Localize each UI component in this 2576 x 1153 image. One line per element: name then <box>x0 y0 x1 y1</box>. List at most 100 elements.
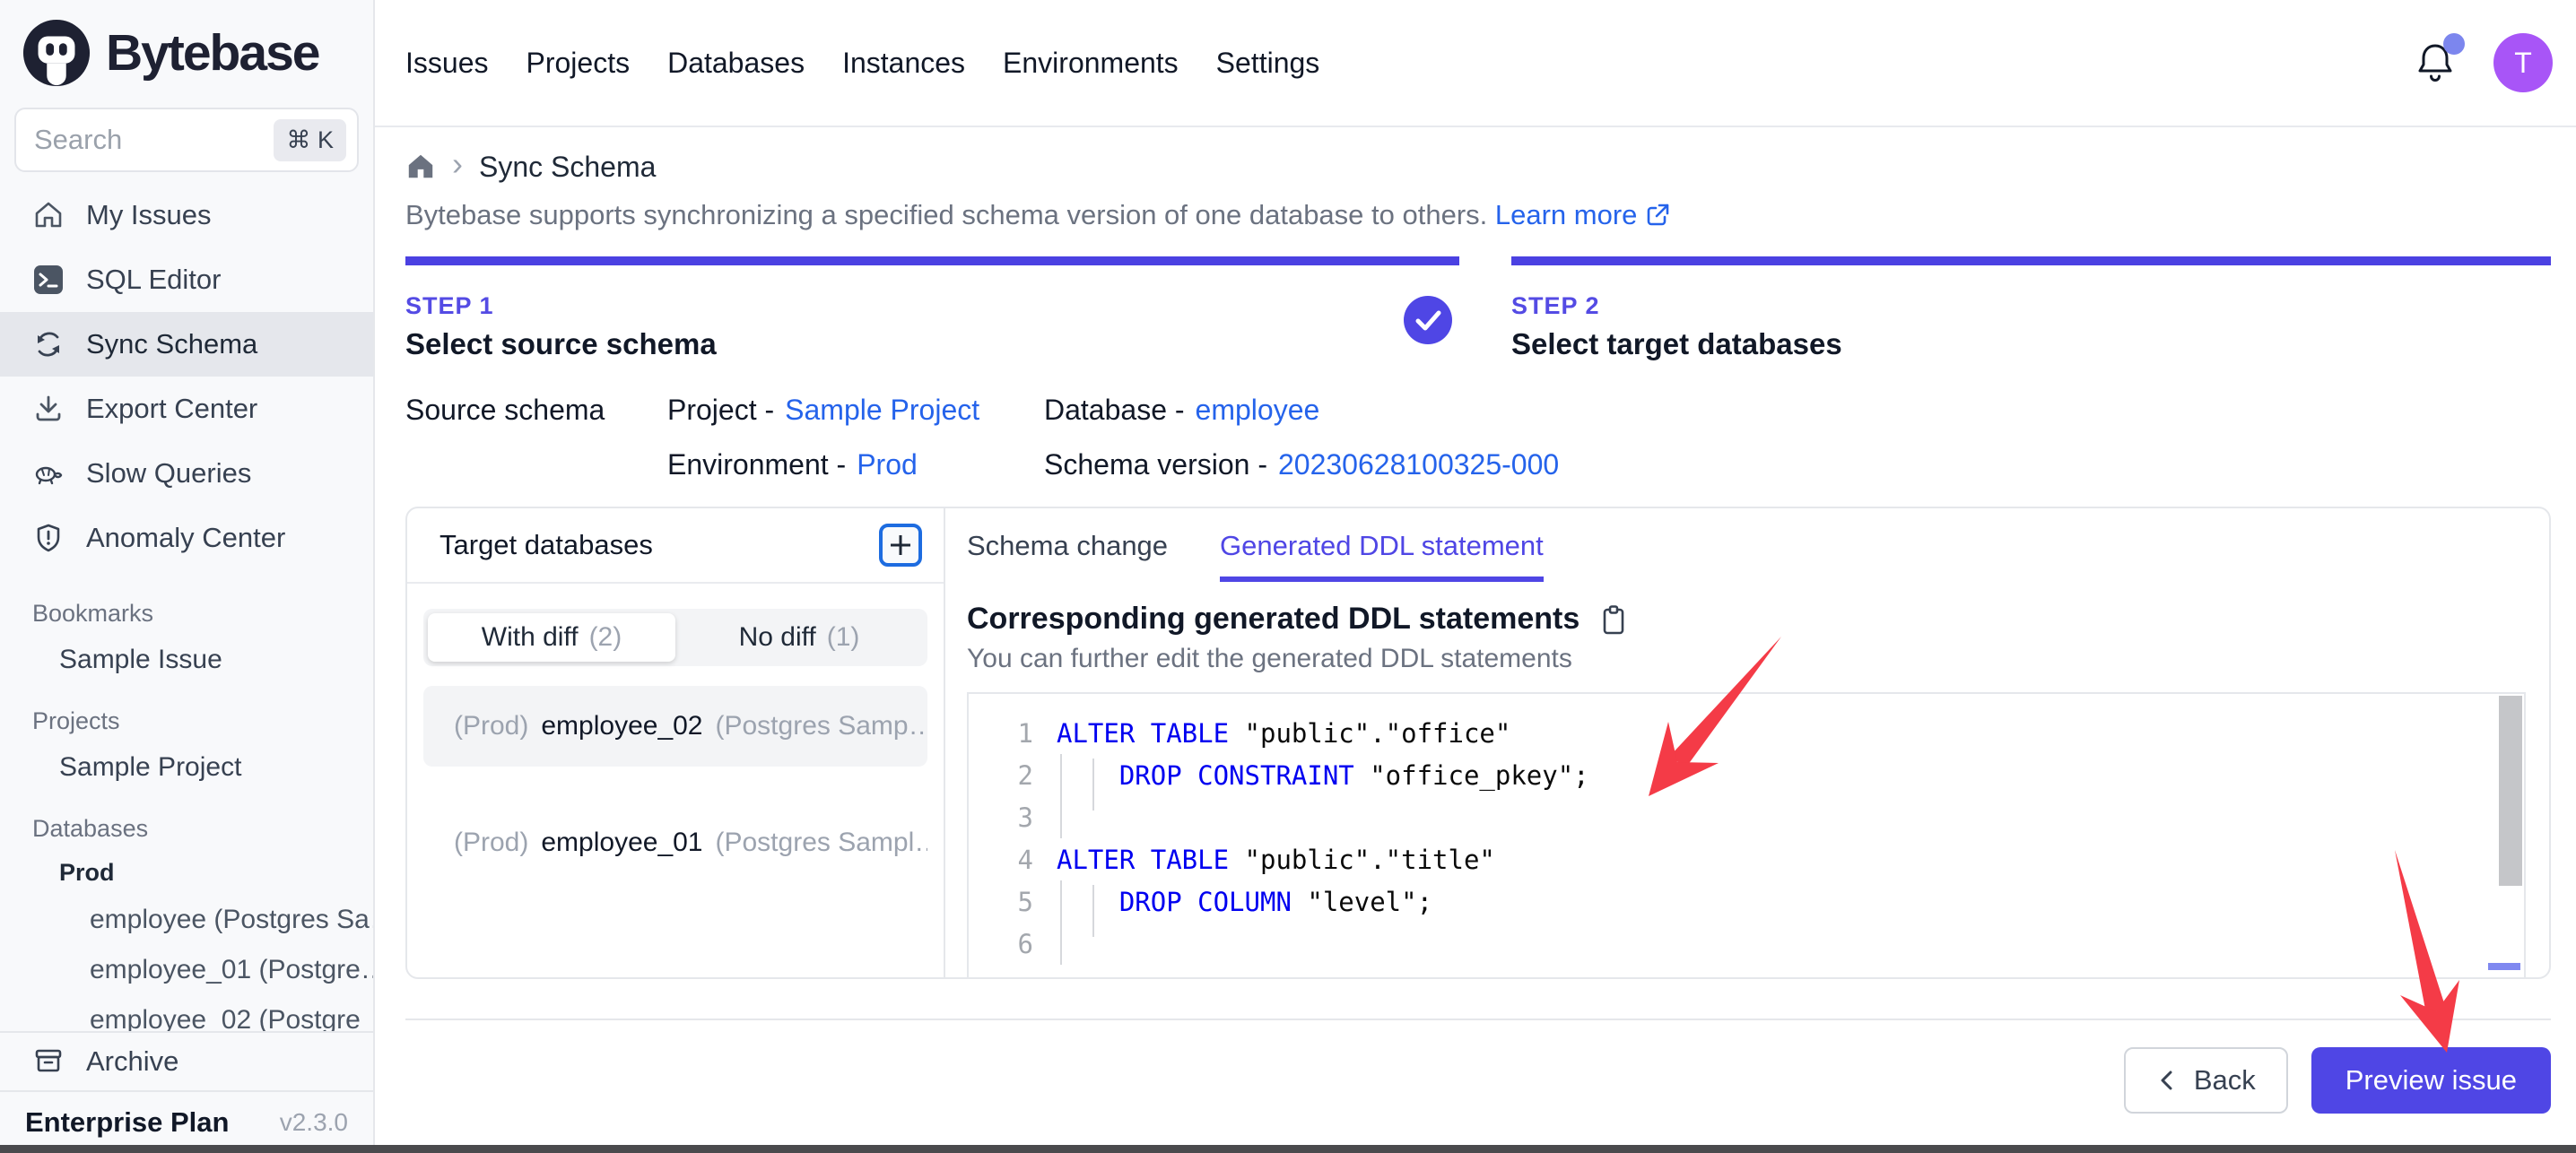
code-line: 2 DROP CONSTRAINT "office_pkey"; <box>969 754 2524 796</box>
bytebase-logo-icon <box>22 18 91 88</box>
target-db-employee-02[interactable]: (Prod) employee_02 (Postgres Samp… <box>423 686 927 767</box>
sidebar-item-label: Slow Queries <box>86 457 251 490</box>
ddl-tabs: Schema change Generated DDL statement <box>967 530 2526 582</box>
sidebar-item-sql-editor[interactable]: SQL Editor <box>0 247 373 312</box>
step-1-title: Select source schema <box>405 327 1459 361</box>
preview-issue-button[interactable]: Preview issue <box>2311 1047 2551 1114</box>
project-label: Project - <box>667 394 774 427</box>
indent-guide <box>1092 885 1094 937</box>
search-field[interactable] <box>34 124 265 156</box>
tab-with-diff[interactable]: With diff (2) <box>428 613 675 662</box>
environment-label: Environment - <box>667 448 846 481</box>
add-target-database-button[interactable] <box>879 524 922 567</box>
learn-more-link[interactable]: Learn more <box>1495 199 1672 231</box>
sidebar-item-label: Anomaly Center <box>86 522 285 554</box>
editor-vertical-scrollbar[interactable] <box>2499 696 2522 886</box>
project-item-sample-project[interactable]: Sample Project <box>0 742 373 793</box>
topnav-item-settings[interactable]: Settings <box>1216 47 1320 80</box>
ddl-code-editor[interactable]: 1ALTER TABLE "public"."office" 2 DROP CO… <box>967 692 2526 979</box>
notification-bell-icon[interactable] <box>2415 40 2456 86</box>
sidebar-item-export-center[interactable]: Export Center <box>0 377 373 441</box>
sidebar-item-label: Export Center <box>86 393 257 425</box>
database-label: Database - <box>1044 394 1185 427</box>
step-2-label: STEP 2 <box>1511 292 2551 320</box>
tab-schema-change[interactable]: Schema change <box>967 530 1168 582</box>
section-databases: Databases <box>0 807 373 850</box>
notification-badge <box>2443 33 2465 55</box>
back-button[interactable]: Back <box>2124 1047 2288 1114</box>
brand-wordmark: Bytebase <box>106 23 318 82</box>
topnav-item-projects[interactable]: Projects <box>526 47 630 80</box>
tab-no-diff[interactable]: No diff (1) <box>675 613 923 662</box>
sidebar-item-label: SQL Editor <box>86 264 221 296</box>
sidebar-item-label: Sync Schema <box>86 328 257 360</box>
with-diff-count: (2) <box>589 622 622 653</box>
tab-generated-ddl[interactable]: Generated DDL statement <box>1220 530 1544 582</box>
indent-guide <box>1060 754 1062 838</box>
plan-row[interactable]: Enterprise Plan v2.3.0 <box>0 1090 373 1153</box>
topnav-item-issues[interactable]: Issues <box>405 47 488 80</box>
external-link-icon <box>1644 202 1671 229</box>
sidebar-item-slow-queries[interactable]: Slow Queries <box>0 441 373 506</box>
code-line: 1ALTER TABLE "public"."office" <box>969 712 2524 754</box>
sidebar-bottom: Archive Enterprise Plan v2.3.0 <box>0 1031 373 1153</box>
indent-guide <box>1060 880 1062 965</box>
main-area: Issues Projects Databases Instances Envi… <box>375 0 2576 1153</box>
database-item-employee[interactable]: employee (Postgres Sa… <box>0 895 373 945</box>
bytebase-app: Bytebase ⌘ K My Issues SQL Editor Sync S… <box>0 0 2576 1153</box>
target-databases-title: Target databases <box>439 529 653 561</box>
top-nav: Issues Projects Databases Instances Envi… <box>405 47 1319 80</box>
sidebar-item-label: Archive <box>86 1045 178 1078</box>
sidebar-item-sync-schema[interactable]: Sync Schema <box>0 312 373 377</box>
step-1: STEP 1 Select source schema <box>405 256 1459 361</box>
home-icon[interactable] <box>405 152 436 182</box>
step-2-title: Select target databases <box>1511 327 2551 361</box>
environment-link[interactable]: Prod <box>857 448 918 481</box>
chevron-left-icon <box>2156 1069 2180 1092</box>
footer-divider <box>405 1019 2551 1020</box>
topbar-right: T <box>2415 33 2553 92</box>
sync-schema-card: Target databases With diff (2) <box>405 507 2551 979</box>
avatar[interactable]: T <box>2493 33 2553 92</box>
sidebar: Bytebase ⌘ K My Issues SQL Editor Sync S… <box>0 0 375 1153</box>
bytebase-logo[interactable]: Bytebase <box>0 0 373 100</box>
code-line: 6 <box>969 923 2524 965</box>
breadcrumb: › Sync Schema <box>405 147 2551 186</box>
database-environment-prod: Prod <box>0 850 373 895</box>
page-title: Sync Schema <box>479 151 656 184</box>
step-2-progress-bar <box>1511 256 2551 265</box>
project-link[interactable]: Sample Project <box>785 394 979 427</box>
clipboard-copy-icon[interactable] <box>1597 603 1630 636</box>
database-item-employee-02[interactable]: employee_02 (Postgre <box>0 995 373 1031</box>
topnav-item-environments[interactable]: Environments <box>1003 47 1179 80</box>
topnav-item-instances[interactable]: Instances <box>842 47 965 80</box>
code-line: 5 DROP COLUMN "level"; <box>969 880 2524 923</box>
section-bookmarks: Bookmarks <box>0 592 373 635</box>
ddl-heading: Corresponding generated DDL statements <box>967 602 1580 637</box>
sync-icon <box>32 328 65 360</box>
search-input[interactable]: ⌘ K <box>14 108 359 172</box>
editor-horizontal-scrollbar[interactable] <box>2488 963 2520 970</box>
sidebar-item-anomaly-center[interactable]: Anomaly Center <box>0 506 373 570</box>
page-description: Bytebase supports synchronizing a specif… <box>405 199 2551 231</box>
database-link[interactable]: employee <box>1196 394 1320 427</box>
sidebar-item-label: My Issues <box>86 199 212 231</box>
code-line: 3 <box>969 796 2524 838</box>
archive-icon <box>32 1045 65 1078</box>
sidebar-item-archive[interactable]: Archive <box>0 1033 373 1090</box>
schema-version-link[interactable]: 20230628100325-000 <box>1278 448 1559 481</box>
plan-label: Enterprise Plan <box>25 1106 229 1139</box>
step-complete-check-icon <box>1404 296 1452 344</box>
database-item-employee-01[interactable]: employee_01 (Postgre… <box>0 945 373 995</box>
target-databases-panel: Target databases With diff (2) <box>407 508 945 977</box>
target-db-employee-01[interactable]: (Prod) employee_01 (Postgres Sampl… <box>423 802 927 883</box>
download-icon <box>32 393 65 425</box>
no-diff-count: (1) <box>827 622 860 653</box>
app-version: v2.3.0 <box>280 1108 348 1137</box>
step-1-label: STEP 1 <box>405 292 1459 320</box>
topnav-item-databases[interactable]: Databases <box>667 47 805 80</box>
bookmark-item-sample-issue[interactable]: Sample Issue <box>0 635 373 685</box>
ddl-panel: Schema change Generated DDL statement Co… <box>945 508 2549 977</box>
terminal-icon <box>32 264 65 296</box>
sidebar-item-my-issues[interactable]: My Issues <box>0 183 373 247</box>
